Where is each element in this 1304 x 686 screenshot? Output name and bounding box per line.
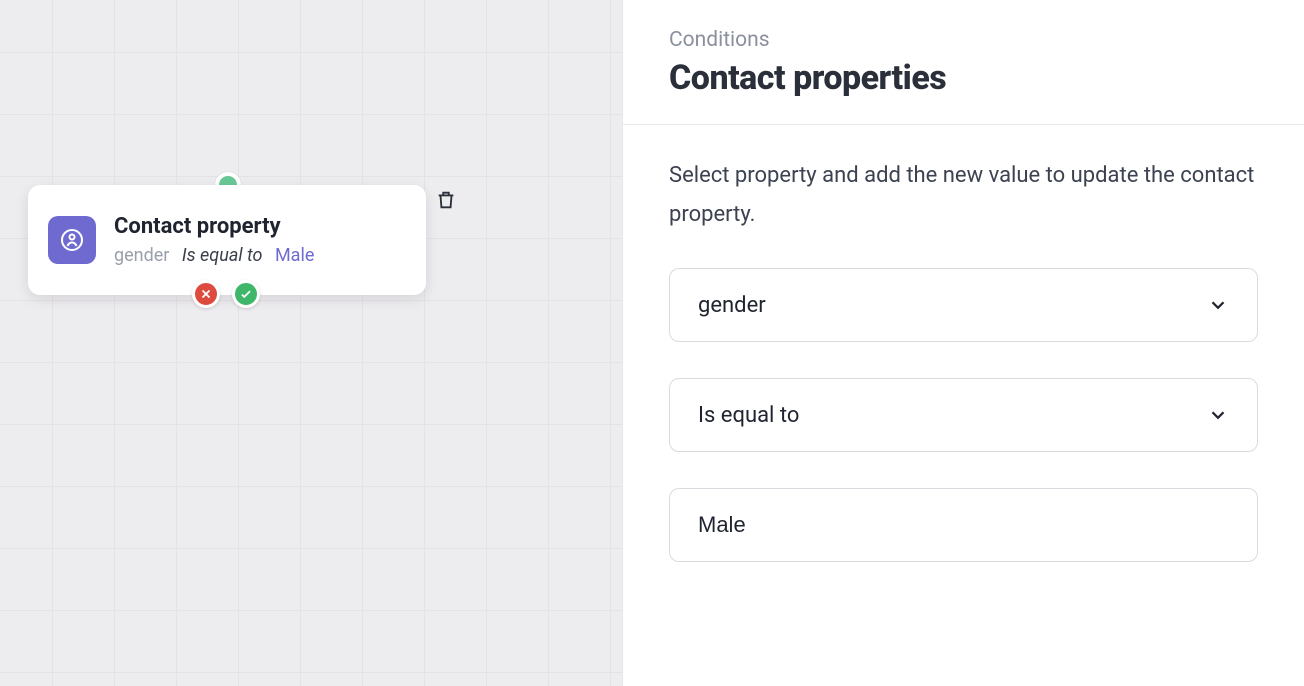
node-false-output[interactable]: [192, 280, 220, 308]
contact-property-node[interactable]: Contact property gender Is equal to Male: [28, 185, 426, 295]
property-select-value: gender: [698, 293, 766, 318]
node-operator-label: Is equal to: [182, 245, 263, 266]
chevron-down-icon: [1207, 294, 1229, 316]
node-title: Contact property: [114, 214, 314, 239]
contact-info-icon: [48, 216, 96, 264]
panel-eyebrow: Conditions: [669, 28, 1258, 52]
value-input-wrapper[interactable]: [669, 488, 1258, 562]
node-text-block: Contact property gender Is equal to Male: [114, 214, 314, 266]
workflow-canvas[interactable]: Contact property gender Is equal to Male: [0, 0, 623, 686]
node-property-label: gender: [114, 245, 169, 266]
panel-title: Contact properties: [669, 58, 1258, 98]
check-icon: [239, 287, 253, 301]
node-value-label: Male: [275, 245, 314, 266]
chevron-down-icon: [1207, 404, 1229, 426]
delete-node-button[interactable]: [432, 186, 460, 214]
panel-divider: [623, 124, 1304, 125]
operator-select[interactable]: Is equal to: [669, 378, 1258, 452]
properties-panel: Conditions Contact properties Select pro…: [623, 0, 1304, 686]
trash-icon: [435, 189, 457, 211]
panel-description: Select property and add the new value to…: [669, 157, 1258, 234]
value-input[interactable]: [698, 512, 1229, 538]
node-true-output[interactable]: [232, 280, 260, 308]
operator-select-value: Is equal to: [698, 403, 799, 428]
property-select[interactable]: gender: [669, 268, 1258, 342]
node-condition-summary: gender Is equal to Male: [114, 245, 314, 266]
x-icon: [199, 287, 213, 301]
